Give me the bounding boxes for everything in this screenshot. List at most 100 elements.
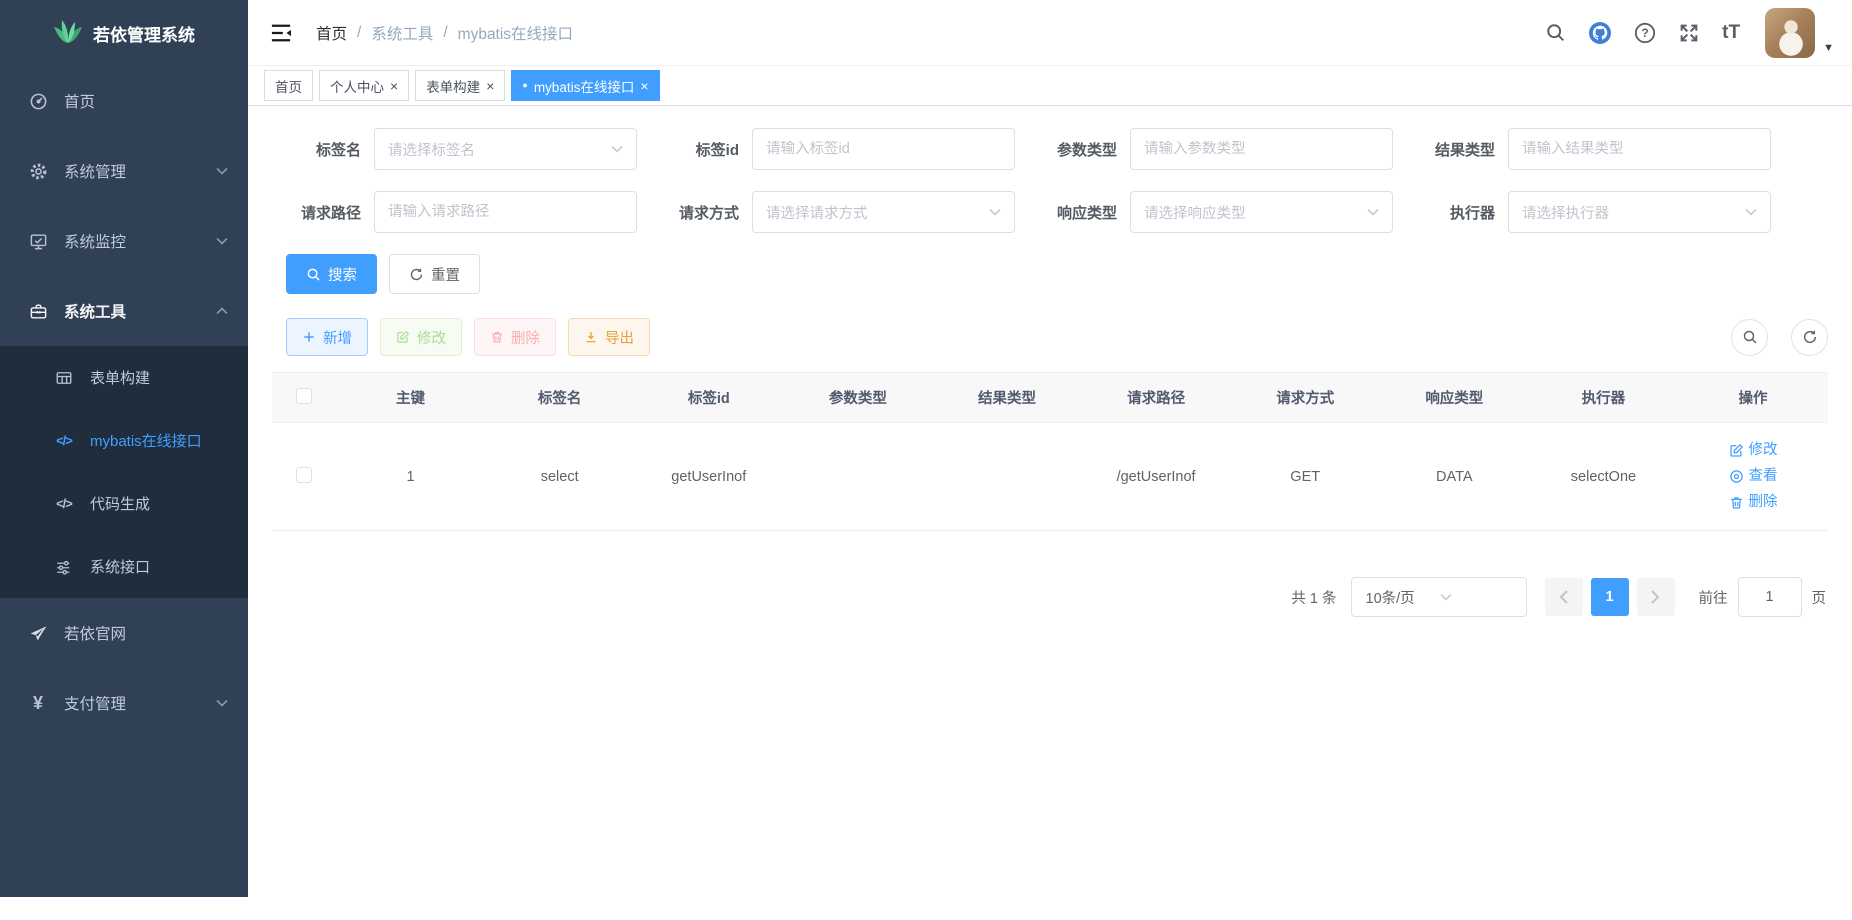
filter-tag-name: 标签名 请选择标签名 <box>272 128 650 170</box>
user-menu[interactable]: ▼ <box>1765 8 1834 58</box>
avatar[interactable] <box>1765 8 1815 58</box>
search-icon[interactable] <box>1534 22 1577 43</box>
sidebar-fold-icon[interactable] <box>266 19 296 47</box>
sidebar-item-label: 表单构建 <box>90 367 150 388</box>
help-icon[interactable]: ? <box>1623 22 1667 44</box>
field-label: 执行器 <box>1406 202 1508 223</box>
select-placeholder: 请选择响应类型 <box>1144 202 1367 223</box>
executor-select[interactable]: 请选择执行器 <box>1508 191 1771 233</box>
edit-button[interactable]: 修改 <box>380 318 462 356</box>
close-icon[interactable]: × <box>640 79 648 93</box>
filter-row-2: 请求路径 请求方式 请选择请求方式 响应类型 <box>272 191 1828 233</box>
show-search-toggle-button[interactable] <box>1731 319 1768 356</box>
goto-page-input[interactable] <box>1738 577 1802 617</box>
add-button[interactable]: 新增 <box>286 318 368 356</box>
button-label: 删除 <box>511 327 540 348</box>
sidebar-item-system-monitor[interactable]: 系统监控 <box>0 206 248 276</box>
response-type-select[interactable]: 请选择响应类型 <box>1130 191 1393 233</box>
param-type-input[interactable] <box>1144 141 1379 157</box>
row-delete-link[interactable]: 删除 <box>1729 490 1778 515</box>
github-icon[interactable] <box>1577 21 1623 45</box>
cell-tag-name: select <box>485 423 634 531</box>
chevron-down-icon <box>1745 208 1757 216</box>
col-header-request-method: 请求方式 <box>1231 373 1380 423</box>
breadcrumb-home[interactable]: 首页 <box>316 22 347 44</box>
sidebar-item-label: 系统监控 <box>64 230 126 252</box>
filter-request-method: 请求方式 请选择请求方式 <box>650 191 1028 233</box>
sidebar-item-label: 代码生成 <box>90 493 150 514</box>
sidebar-item-label: 系统管理 <box>64 160 126 182</box>
delete-button[interactable]: 删除 <box>474 318 556 356</box>
tab-home[interactable]: 首页 <box>264 70 313 101</box>
sidebar-item-label: 若依官网 <box>64 622 126 644</box>
sidebar-item-payment-manage[interactable]: ¥ 支付管理 <box>0 668 248 738</box>
field-label: 标签id <box>650 139 752 160</box>
sidebar-item-system-manage[interactable]: 系统管理 <box>0 136 248 206</box>
button-label: 导出 <box>605 327 634 348</box>
font-size-icon[interactable]: tT <box>1711 22 1751 44</box>
leaf-logo-icon <box>53 19 83 47</box>
app-logo[interactable]: 若依管理系统 <box>0 0 248 66</box>
request-method-select[interactable]: 请选择请求方式 <box>752 191 1015 233</box>
select-placeholder: 请选择标签名 <box>388 139 611 160</box>
table-header-row: 主键 标签名 标签id 参数类型 结果类型 请求路径 请求方式 响应类型 执行器… <box>272 373 1828 423</box>
data-table: 主键 标签名 标签id 参数类型 结果类型 请求路径 请求方式 响应类型 执行器… <box>272 372 1828 531</box>
page-size-value: 10条/页 <box>1366 587 1440 608</box>
filter-executor: 执行器 请选择执行器 <box>1406 191 1784 233</box>
svg-text:?: ? <box>1642 26 1649 40</box>
select-all-checkbox[interactable] <box>296 388 312 404</box>
tab-form-builder[interactable]: 表单构建 × <box>415 70 505 101</box>
sidebar-item-home[interactable]: 首页 <box>0 66 248 136</box>
sidebar-item-official-site[interactable]: 若依官网 <box>0 598 248 668</box>
refresh-table-button[interactable] <box>1791 319 1828 356</box>
tab-label: 首页 <box>275 76 302 96</box>
cell-request-method: GET <box>1231 423 1380 531</box>
table-row[interactable]: 1 select getUserInof /getUserInof GET DA… <box>272 423 1828 531</box>
refresh-icon <box>409 267 424 282</box>
page-content: 标签名 请选择标签名 标签id 参数类型 <box>248 106 1852 897</box>
prev-page-button[interactable] <box>1545 578 1583 616</box>
sidebar-item-system-api[interactable]: 系统接口 <box>0 535 248 598</box>
export-button[interactable]: 导出 <box>568 318 650 356</box>
cell-request-path: /getUserInof <box>1082 423 1231 531</box>
request-path-input[interactable] <box>388 204 623 220</box>
next-page-button[interactable] <box>1637 578 1675 616</box>
col-header-tag-name: 标签名 <box>485 373 634 423</box>
sidebar-item-code-gen[interactable]: </> 代码生成 <box>0 472 248 535</box>
field-label: 请求方式 <box>650 202 752 223</box>
link-label: 删除 <box>1749 490 1778 515</box>
monitor-icon <box>26 232 50 251</box>
tab-profile[interactable]: 个人中心 × <box>319 70 409 101</box>
result-type-input[interactable] <box>1522 141 1757 157</box>
toolbox-icon <box>26 302 50 321</box>
close-icon[interactable]: × <box>486 79 494 93</box>
sidebar-item-mybatis-api[interactable]: </> mybatis在线接口 <box>0 409 248 472</box>
sidebar-item-system-tools[interactable]: 系统工具 <box>0 276 248 346</box>
page-number-button[interactable]: 1 <box>1591 578 1629 616</box>
page-size-select[interactable]: 10条/页 <box>1351 577 1527 617</box>
row-view-link[interactable]: 查看 <box>1729 464 1778 489</box>
field-label: 参数类型 <box>1028 139 1130 160</box>
button-label: 修改 <box>417 327 446 348</box>
tag-id-input[interactable] <box>766 141 1001 157</box>
search-button[interactable]: 搜索 <box>286 254 377 294</box>
code-icon: </> <box>52 433 76 448</box>
field-label: 标签名 <box>272 139 374 160</box>
row-checkbox[interactable] <box>296 467 312 483</box>
reset-button[interactable]: 重置 <box>389 254 480 294</box>
tag-name-select[interactable]: 请选择标签名 <box>374 128 637 170</box>
trash-icon <box>490 330 504 344</box>
row-edit-link[interactable]: 修改 <box>1729 438 1778 463</box>
chevron-down-icon <box>989 208 1001 216</box>
cell-executor: selectOne <box>1529 423 1678 531</box>
cell-tag-id: getUserInof <box>634 423 783 531</box>
sidebar-item-form-builder[interactable]: 表单构建 <box>0 346 248 409</box>
tab-label: 个人中心 <box>330 76 384 96</box>
edit-icon <box>396 330 410 344</box>
cell-result-type <box>932 423 1081 531</box>
close-icon[interactable]: × <box>390 79 398 93</box>
tab-mybatis-api[interactable]: ● mybatis在线接口 × <box>511 70 659 101</box>
fullscreen-icon[interactable] <box>1667 22 1711 44</box>
table-toolbar: 新增 修改 <box>286 318 1828 356</box>
select-placeholder: 请选择执行器 <box>1522 202 1745 223</box>
